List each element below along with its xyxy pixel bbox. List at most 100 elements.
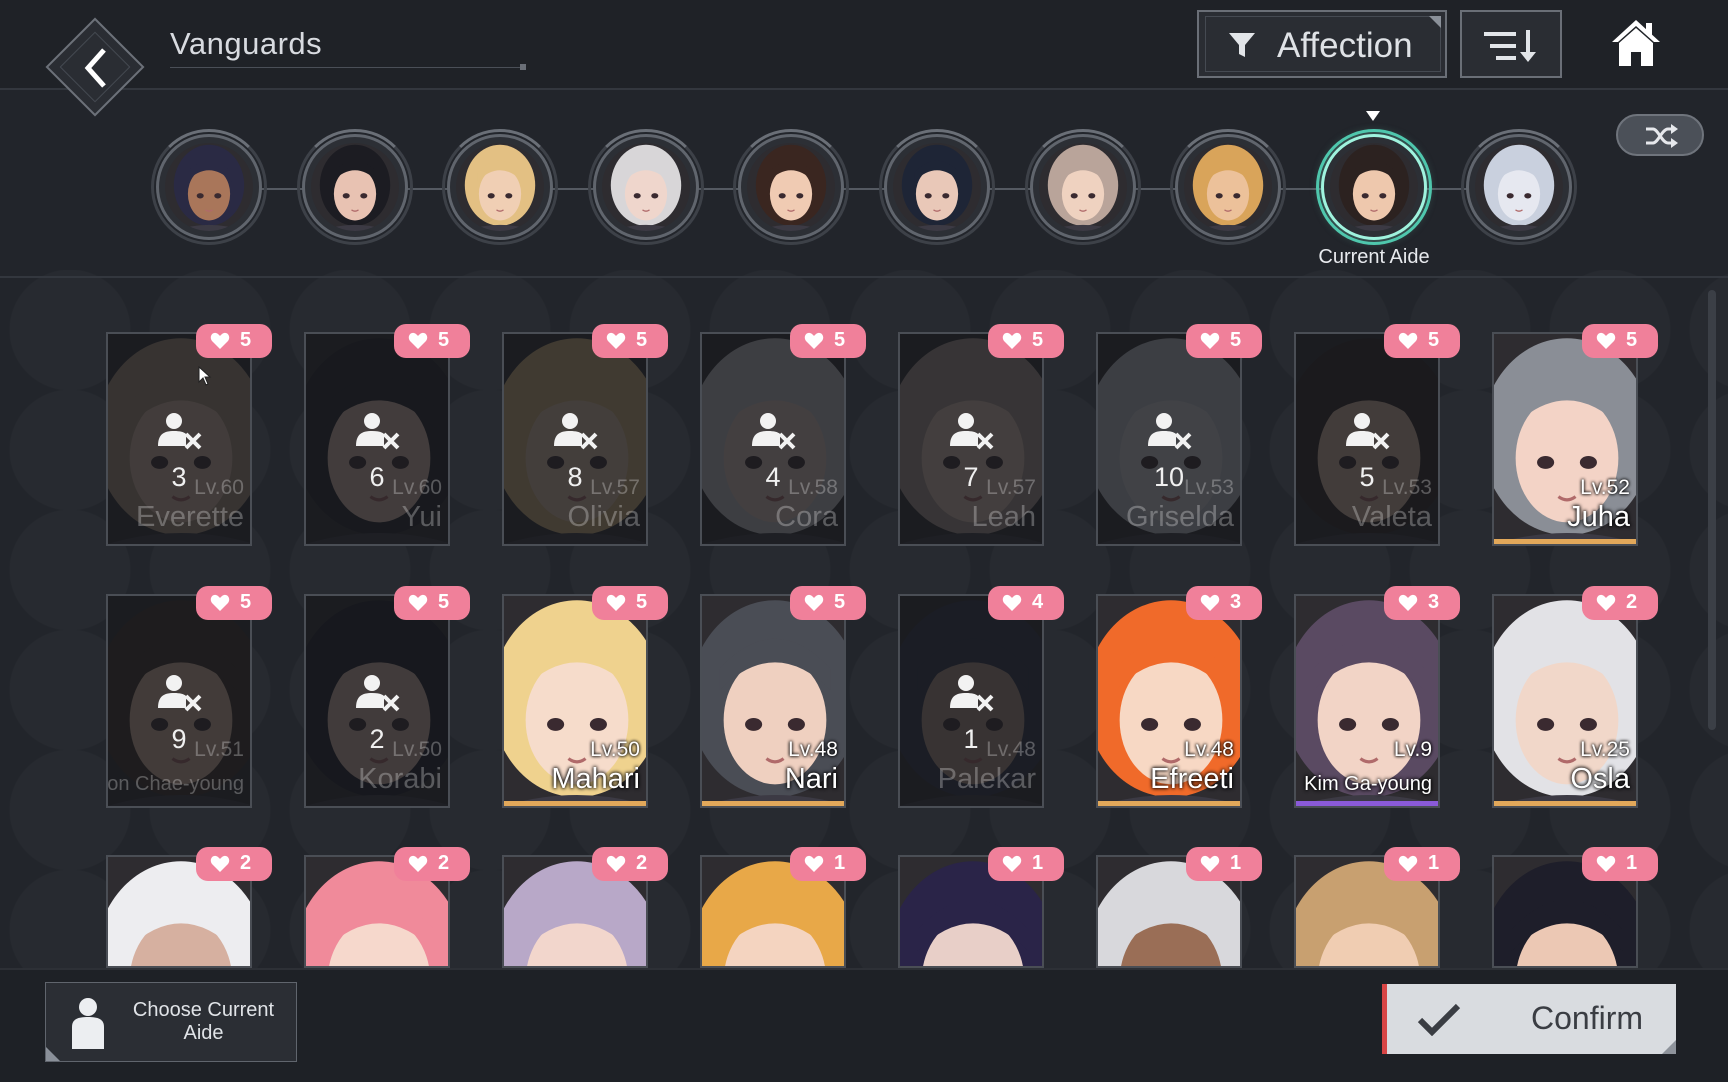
card-name: Cora xyxy=(775,501,838,533)
heart-icon xyxy=(1398,594,1418,611)
unassigned-user-icon xyxy=(356,413,400,450)
affection-value: 5 xyxy=(438,329,450,351)
rarity-bar xyxy=(702,801,844,806)
heart-icon xyxy=(804,332,824,349)
aide-face-image xyxy=(1184,143,1273,231)
current-aide-pointer-icon xyxy=(1366,111,1380,121)
aide-portrait[interactable] xyxy=(1024,129,1141,245)
unassigned-user-icon xyxy=(158,413,202,450)
vanguard-card[interactable]: Lv.48 Palekar 1 xyxy=(898,594,1044,808)
affection-badge: 3 xyxy=(1186,586,1262,620)
vanguard-card[interactable]: Lv.51Yeon Chae-young9 xyxy=(106,594,252,808)
back-arrow-icon[interactable] xyxy=(74,40,130,96)
affection-value: 2 xyxy=(1626,591,1638,613)
shuffle-button[interactable] xyxy=(1616,114,1704,156)
aide-portrait[interactable] xyxy=(151,129,267,245)
card-level: Lv.52 xyxy=(1580,476,1630,499)
aide-portrait[interactable] xyxy=(1170,129,1287,245)
card-name: Palekar xyxy=(937,763,1036,795)
home-icon[interactable] xyxy=(1610,18,1662,68)
affection-value: 1 xyxy=(1230,852,1242,874)
filter-label: Affection xyxy=(1277,26,1413,65)
vanguard-card[interactable]: Lv.60 Everette 3 xyxy=(106,332,252,546)
filter-corner-mark xyxy=(1429,16,1441,28)
checkmark-icon xyxy=(1417,1003,1461,1036)
shuffle-icon xyxy=(1646,124,1678,148)
card-name: Kim Ga-young xyxy=(1304,773,1432,795)
aide-portrait[interactable] xyxy=(879,129,995,245)
unassigned-user-icon xyxy=(158,675,202,712)
affection-badge: 5 xyxy=(988,324,1064,358)
affection-value: 2 xyxy=(438,852,450,874)
aide-portrait[interactable] xyxy=(296,129,413,245)
card-name: Everette xyxy=(136,501,244,533)
aide-face-image xyxy=(456,143,545,231)
aide-face-image xyxy=(601,143,690,231)
aide-portrait[interactable] xyxy=(587,129,704,245)
vanguard-card[interactable]: Lv.53 Griselda 10 xyxy=(1096,332,1242,546)
aide-portrait[interactable] xyxy=(1461,129,1578,245)
affection-value: 3 xyxy=(1230,591,1242,613)
vanguard-card[interactable]: Lv.52 Juha xyxy=(1492,332,1638,546)
affection-badge: 5 xyxy=(196,586,272,620)
card-name: Juha xyxy=(1567,501,1630,533)
affection-value: 3 xyxy=(1428,591,1440,613)
unassigned-count: 4 xyxy=(765,462,781,492)
affection-filter-button[interactable]: Affection xyxy=(1197,10,1447,78)
vanguard-card[interactable]: Lv.25 Osla xyxy=(1492,594,1638,808)
affection-value: 5 xyxy=(240,591,252,613)
card-name: Yeon Chae-young xyxy=(107,773,244,795)
heart-icon xyxy=(1596,332,1616,349)
confirm-label: Confirm xyxy=(1530,1000,1643,1036)
card-name: Valeta xyxy=(1351,501,1432,533)
vanguard-card[interactable]: Lv.57 Leah 7 xyxy=(898,332,1044,546)
affection-badge: 3 xyxy=(1384,586,1460,620)
aide-portrait[interactable] xyxy=(1315,129,1432,245)
card-level: Lv.48 xyxy=(1184,738,1234,761)
card-name: Osla xyxy=(1570,763,1630,795)
vanguard-card[interactable]: Lv.50 Mahari xyxy=(502,594,648,808)
grid-scrollbar[interactable] xyxy=(1708,290,1716,730)
vanguard-card[interactable]: Lv.48 Nari xyxy=(700,594,846,808)
heart-icon xyxy=(1002,855,1022,872)
confirm-button[interactable]: Confirm xyxy=(1382,984,1676,1054)
unassigned-count: 8 xyxy=(567,462,583,492)
unassigned-user-icon xyxy=(950,413,994,450)
affection-badge: 2 xyxy=(592,847,668,881)
choose-current-aide-button[interactable]: Choose Current Aide xyxy=(45,982,297,1062)
card-name: Olivia xyxy=(567,501,640,533)
affection-badge: 5 xyxy=(196,324,272,358)
heart-icon xyxy=(1200,594,1220,611)
vanguard-card[interactable]: Lv.9 Kim Ga-young xyxy=(1294,594,1440,808)
heart-icon xyxy=(210,855,230,872)
vanguard-card[interactable]: Lv.48 Efreeti xyxy=(1096,594,1242,808)
heart-icon xyxy=(804,855,824,872)
affection-badge: 5 xyxy=(592,586,668,620)
unassigned-user-icon xyxy=(1346,413,1390,450)
vanguard-card[interactable]: Lv.50 Korabi 2 xyxy=(304,594,450,808)
vanguard-card[interactable]: Lv.58 Cora 4 xyxy=(700,332,846,546)
aide-portrait[interactable] xyxy=(733,129,850,245)
heart-icon xyxy=(1002,594,1022,611)
affection-badge: 1 xyxy=(1384,847,1460,881)
affection-value: 5 xyxy=(1428,329,1440,351)
heart-icon xyxy=(1200,855,1220,872)
unassigned-count: 6 xyxy=(369,462,385,492)
sort-button[interactable] xyxy=(1460,10,1562,78)
vanguard-card[interactable]: Lv.57 Olivia 8 xyxy=(502,332,648,546)
unassigned-count: 9 xyxy=(171,724,187,754)
unassigned-count: 10 xyxy=(1153,462,1185,492)
card-level: Lv.48 xyxy=(788,738,838,761)
card-name: Korabi xyxy=(358,763,442,795)
filter-funnel-icon xyxy=(1229,33,1255,57)
affection-badge: 1 xyxy=(1186,847,1262,881)
unassigned-count: 2 xyxy=(369,724,385,754)
vanguard-card[interactable]: Lv.53 Valeta 5 xyxy=(1294,332,1440,546)
aide-portrait[interactable] xyxy=(442,129,559,245)
aide-face-image xyxy=(747,143,836,231)
heart-icon xyxy=(1002,332,1022,349)
heart-icon xyxy=(1596,855,1616,872)
card-name: Efreeti xyxy=(1150,763,1234,795)
rarity-bar xyxy=(1296,801,1438,806)
vanguard-card[interactable]: Lv.60 Yui 6 xyxy=(304,332,450,546)
